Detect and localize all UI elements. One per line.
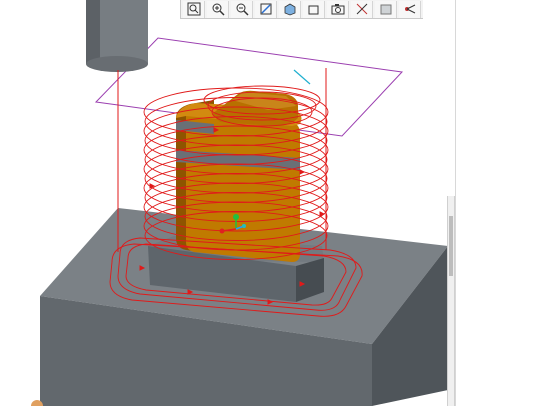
display-style-button[interactable] [279, 0, 301, 18]
app-window [0, 0, 534, 406]
screenshot-icon [331, 4, 344, 15]
cutting-tool[interactable] [86, 0, 148, 110]
status-indicator-icon [31, 400, 43, 406]
toolpath-direction-arrow [299, 169, 306, 175]
display-style-icon [284, 3, 295, 16]
spin-center-button[interactable] [399, 0, 421, 18]
vertical-scrollbar[interactable] [447, 196, 455, 406]
view-toolbar [180, 0, 423, 19]
tool-tip [86, 56, 148, 72]
right-panel [455, 0, 534, 406]
zoom-in-button[interactable] [207, 0, 229, 18]
zoom-in-icon [212, 3, 225, 16]
refit-button[interactable] [255, 0, 277, 18]
tool-direction-marker [293, 69, 311, 85]
zoom-window-button[interactable] [183, 0, 205, 18]
datum-display-icon [356, 3, 367, 15]
named-views-icon [308, 5, 318, 15]
shading-button[interactable] [375, 0, 397, 18]
shading-icon [380, 4, 391, 15]
spin-center-icon [404, 4, 415, 14]
zoom-out-icon [236, 3, 249, 16]
refit-icon [260, 3, 271, 15]
screenshot-button[interactable] [327, 0, 349, 18]
csys-y-marker [242, 224, 246, 228]
toolpath-direction-arrow [319, 211, 326, 217]
named-views-button[interactable] [303, 0, 325, 18]
datum-display-button[interactable] [351, 0, 373, 18]
tool-shank-shade [86, 0, 100, 64]
csys-x-marker [219, 228, 225, 234]
zoom-window-icon [187, 2, 200, 16]
zoom-out-button[interactable] [231, 0, 253, 18]
scrollbar-thumb[interactable] [449, 216, 453, 276]
csys-z-marker [233, 214, 239, 220]
